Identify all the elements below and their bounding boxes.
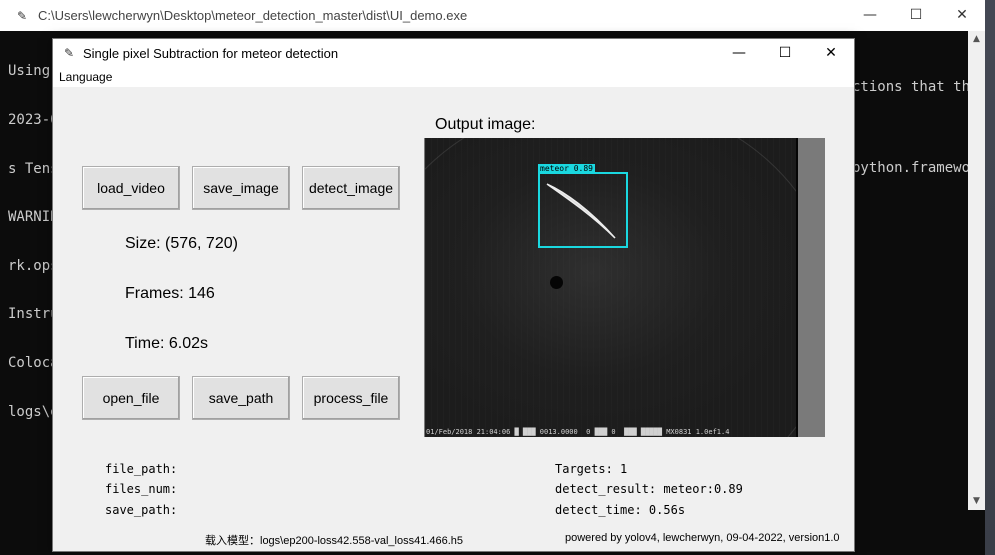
console-output-right: ctions that thi python.framewo (852, 47, 972, 209)
console-line: ctions that thi (852, 79, 972, 96)
close-icon[interactable]: ✕ (939, 0, 985, 31)
app-window: ✎ Single pixel Subtraction for meteor de… (52, 38, 855, 552)
minimize-icon[interactable]: — (716, 39, 762, 67)
output-image-canvas: meteor 0.89 01/Feb/2018 21:04:06 █ ███ 0… (424, 138, 825, 437)
pen-icon: ✎ (16, 8, 28, 23)
save-path-button[interactable]: save_path (192, 376, 290, 420)
frames-info: Frames: 146 (125, 285, 215, 302)
console-scrollbar[interactable]: ▲ ▼ (968, 31, 985, 510)
files-num-label: files_num: (105, 482, 178, 496)
detection-bounding-box (538, 172, 628, 248)
detect-result-label: detect_result: meteor:0.89 (555, 482, 743, 496)
console-titlebar: ✎ C:\Users\lewcherwyn\Desktop\meteor_det… (0, 0, 985, 31)
file-path-label: file_path: (105, 462, 178, 476)
open-file-button[interactable]: open_file (82, 376, 180, 420)
load-video-button[interactable]: load_video (82, 166, 180, 210)
detect-time-label: detect_time: 0.56s (555, 503, 686, 517)
close-icon[interactable]: ✕ (808, 39, 854, 67)
model-path-footer: 载入模型：logs\ep200-loss42.558-val_loss41.46… (205, 535, 464, 547)
scroll-up-icon[interactable]: ▲ (968, 31, 985, 48)
maximize-icon[interactable]: ☐ (762, 39, 808, 67)
process-file-button[interactable]: process_file (302, 376, 400, 420)
app-title: Single pixel Subtraction for meteor dete… (83, 45, 339, 61)
time-info: Time: 6.02s (125, 335, 208, 352)
save-path-label: save_path: (105, 503, 178, 517)
dark-spot (550, 276, 563, 289)
save-image-button[interactable]: save_image (192, 166, 290, 210)
menubar: Language (53, 67, 854, 87)
size-info: Size: (576, 720) (125, 235, 238, 252)
detection-label: meteor 0.89 (538, 164, 595, 173)
powered-by-footer: powered by yolov4, lewcherwyn, 09-04-202… (565, 532, 840, 544)
video-timestamp: 01/Feb/2018 21:04:06 █ ███ 0013.0000 0 █… (426, 428, 730, 436)
output-image-label: Output image: (435, 116, 536, 133)
app-titlebar: ✎ Single pixel Subtraction for meteor de… (53, 39, 854, 67)
pen-icon: ✎ (63, 46, 75, 60)
scroll-down-icon[interactable]: ▼ (968, 493, 985, 510)
maximize-icon[interactable]: ☐ (893, 0, 939, 31)
console-line: python.framewo (852, 160, 971, 177)
detect-image-button[interactable]: detect_image (302, 166, 400, 210)
console-title: C:\Users\lewcherwyn\Desktop\meteor_detec… (38, 8, 468, 23)
menu-language[interactable]: Language (59, 70, 112, 84)
output-image: meteor 0.89 01/Feb/2018 21:04:06 █ ███ 0… (425, 138, 798, 437)
minimize-icon[interactable]: — (847, 0, 893, 31)
targets-label: Targets: 1 (555, 462, 628, 476)
